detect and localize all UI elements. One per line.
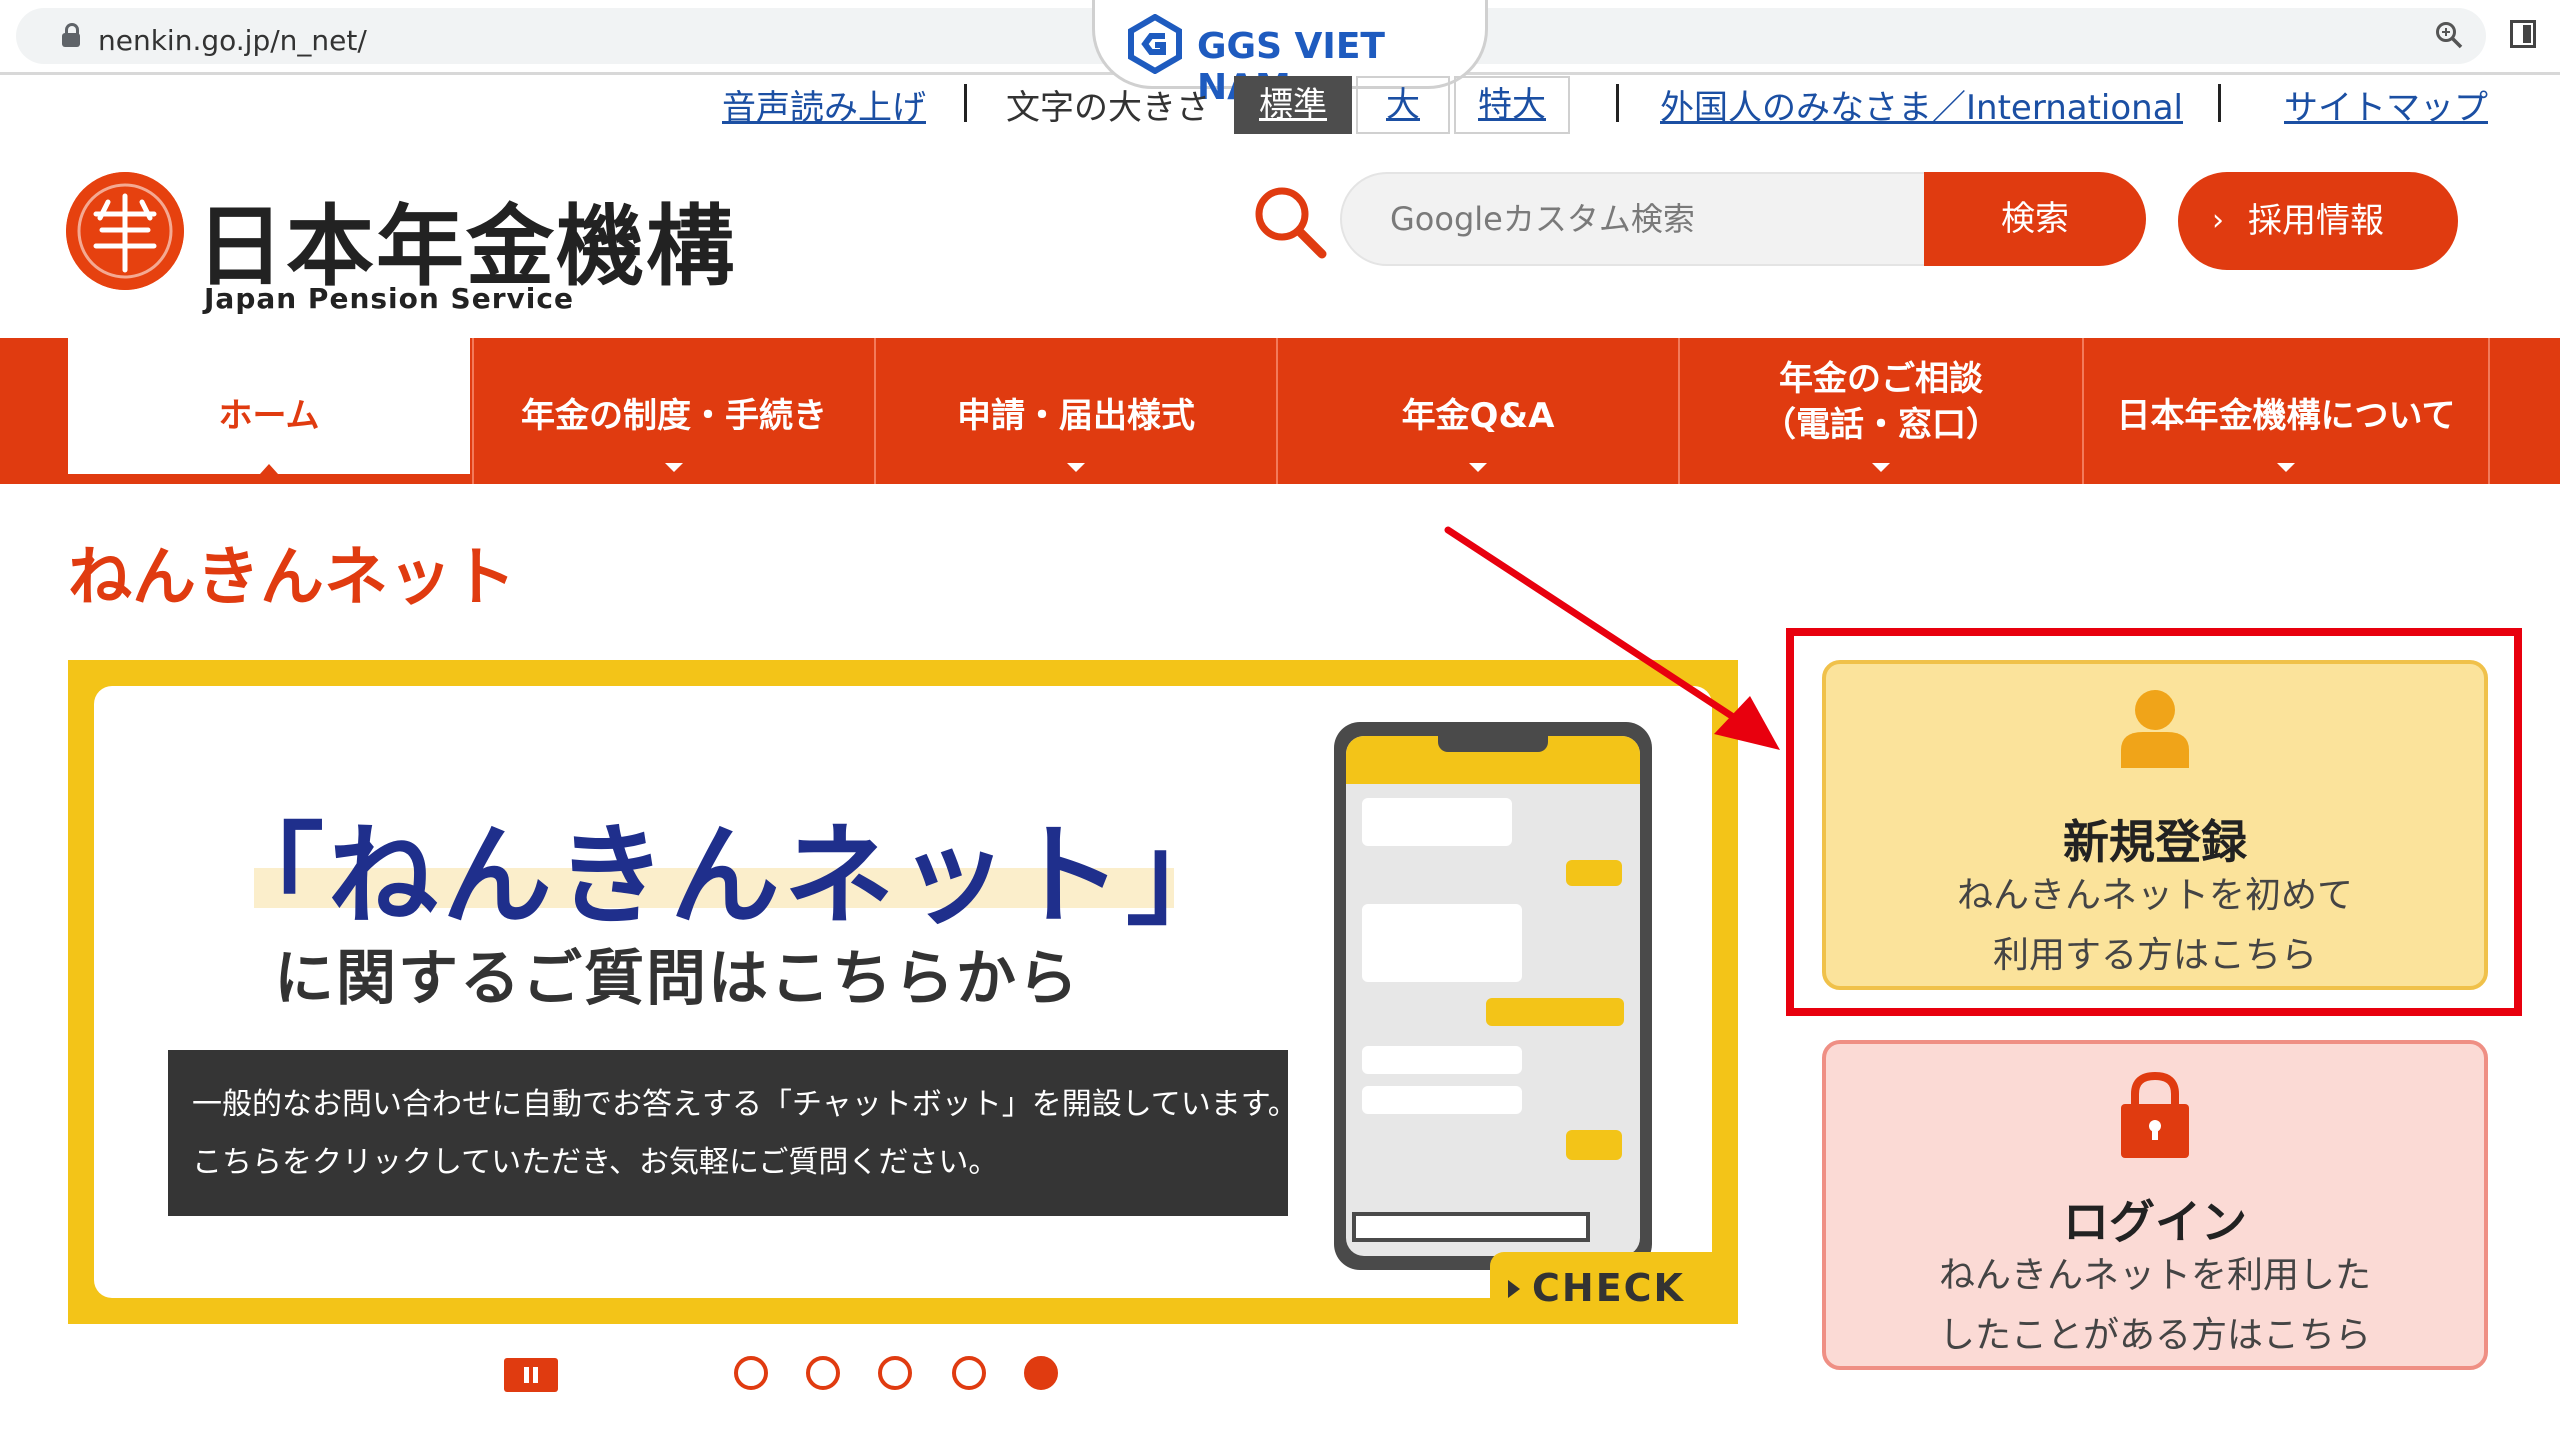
chat-bubble — [1486, 998, 1624, 1026]
caret-down-icon — [1469, 463, 1487, 472]
chat-input-bar — [1352, 1212, 1590, 1242]
page-title: ねんきんネット — [68, 541, 516, 615]
brand-logo[interactable] — [66, 172, 184, 290]
text-size-xlarge-button[interactable]: 特大 — [1454, 76, 1570, 134]
recruit-button[interactable]: › 採用情報 — [2178, 172, 2458, 270]
register-card-desc-line1: ねんきんネットを初めて — [1956, 875, 2353, 916]
login-card-description: ねんきんネットを利用した したことがある方はこちら — [1826, 1246, 2484, 1366]
international-link[interactable]: 外国人のみなさま／International — [1660, 80, 2183, 129]
banner-content: 「ねんきんネット」 に関するご質問はこちらから 一般的なお問い合わせに自動でお答… — [94, 686, 1712, 1324]
nav-item-consultation[interactable]: 年金のご相談 （電話・窓口） — [1678, 338, 2082, 484]
nav-item-label: 申請・届出様式 — [957, 396, 1195, 436]
register-card-description: ねんきんネットを初めて 利用する方はこちら — [1826, 866, 2484, 986]
chevron-right-icon: › — [2212, 203, 2224, 238]
register-card-desc-line2: 利用する方はこちら — [1992, 935, 2317, 976]
login-card-desc-line1: ねんきんネットを利用した — [1938, 1255, 2371, 1296]
main-navigation: ホーム 年金の制度・手続き 申請・届出様式 年金Q&A 年金のご相談 （電話・窓… — [0, 338, 2560, 484]
banner-description: 一般的なお問い合わせに自動でお答えする「チャットボット」を開設しています。 こち… — [168, 1050, 1298, 1216]
carousel-dot-5[interactable] — [1024, 1356, 1058, 1390]
nav-item-label-line2: （電話・窓口） — [1762, 405, 2000, 445]
nav-item-label: 年金Q&A — [1401, 396, 1555, 436]
caret-down-icon — [2277, 463, 2295, 472]
carousel-dot-4[interactable] — [952, 1356, 986, 1390]
read-aloud-link[interactable]: 音声読み上げ — [722, 80, 926, 129]
zoom-icon[interactable] — [2434, 20, 2464, 50]
nav-item-about[interactable]: 日本年金機構について — [2082, 338, 2490, 484]
login-card-title: ログイン — [2063, 1195, 2247, 1249]
nav-item-pension-system[interactable]: 年金の制度・手続き — [472, 338, 874, 484]
check-label: CHECK — [1532, 1266, 1685, 1310]
nav-item-label-line1: 年金のご相談 — [1779, 359, 1983, 399]
carousel-dot-3[interactable] — [878, 1356, 912, 1390]
text-size-standard-button[interactable]: 標準 — [1234, 76, 1352, 134]
banner-description-line1: 一般的なお問い合わせに自動でお答えする「チャットボット」を開設しています。 — [192, 1087, 1298, 1122]
padlock-icon — [2121, 1071, 2189, 1158]
active-indicator-icon — [260, 464, 278, 474]
check-tag[interactable]: CHECK — [1490, 1252, 1712, 1324]
carousel-dot-2[interactable] — [806, 1356, 840, 1390]
smartphone-illustration — [1334, 722, 1652, 1270]
brand-name-english: Japan Pension Service — [204, 282, 574, 315]
divider — [2218, 84, 2221, 122]
chat-bubble — [1362, 904, 1522, 982]
url-text[interactable]: nenkin.go.jp/n_net/ — [98, 24, 367, 57]
nav-item-faq[interactable]: 年金Q&A — [1276, 338, 1678, 484]
phone-screen — [1346, 736, 1640, 1256]
person-icon — [2121, 690, 2189, 768]
banner-subtitle: に関するご質問はこちらから — [274, 944, 1080, 1014]
text-size-large-button[interactable]: 大 — [1356, 76, 1450, 134]
login-card[interactable]: ログイン ねんきんネットを利用した したことがある方はこちら — [1822, 1040, 2488, 1370]
search-icon — [1255, 187, 1327, 259]
search-button[interactable]: 検索 — [1924, 172, 2146, 266]
divider — [1616, 84, 1619, 122]
register-card[interactable]: 新規登録 ねんきんネットを初めて 利用する方はこちら — [1822, 660, 2488, 990]
recruit-button-label: 採用情報 — [2248, 201, 2384, 241]
divider — [964, 84, 967, 122]
side-panel-icon[interactable] — [2510, 20, 2536, 48]
play-icon — [1508, 1280, 1520, 1298]
sitemap-link[interactable]: サイトマップ — [2284, 80, 2488, 129]
carousel-dot-1[interactable] — [734, 1356, 768, 1390]
pause-icon[interactable] — [504, 1358, 558, 1392]
nav-item-label: 年金の制度・手続き — [521, 396, 827, 436]
banner-title: 「ねんきんネット」 — [214, 812, 1240, 940]
nav-item-forms[interactable]: 申請・届出様式 — [874, 338, 1276, 484]
arrow-annotation — [1444, 526, 1780, 750]
caret-down-icon — [1067, 463, 1085, 472]
login-card-desc-line2: したことがある方はこちら — [1938, 1315, 2371, 1356]
lock-icon[interactable] — [62, 23, 80, 47]
register-card-title: 新規登録 — [2063, 815, 2247, 869]
text-size-label: 文字の大きさ — [1006, 88, 1210, 128]
chat-bubble — [1362, 798, 1512, 846]
nav-item-label: ホーム — [218, 396, 320, 436]
search-input[interactable] — [1340, 172, 1940, 266]
caret-down-icon — [665, 463, 683, 472]
nav-item-label: 日本年金機構について — [2116, 396, 2456, 436]
nav-item-home[interactable]: ホーム — [68, 338, 470, 484]
caret-down-icon — [1872, 463, 1890, 472]
chat-bubble — [1362, 1086, 1522, 1114]
nav-item-label: 年金のご相談 （電話・窓口） — [1680, 356, 2082, 448]
chat-bubble — [1566, 1130, 1622, 1160]
ggs-logo — [1128, 14, 1182, 74]
banner-description-line2: こちらをクリックしていただき、お気軽にご質問ください。 — [192, 1145, 999, 1180]
chat-bubble — [1362, 1046, 1522, 1074]
chat-bubble — [1566, 860, 1622, 886]
